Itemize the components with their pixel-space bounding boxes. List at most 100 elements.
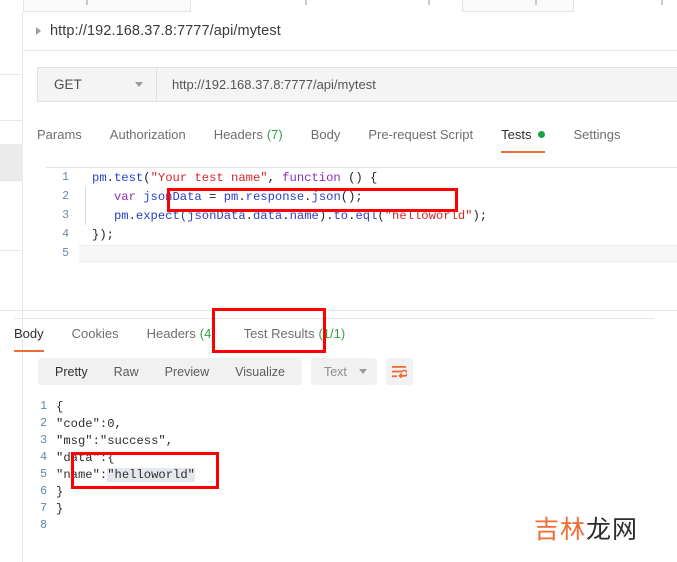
- watermark-orange: 吉林: [534, 515, 587, 544]
- code-token: data: [252, 208, 283, 223]
- url-input[interactable]: http://192.168.37.8:7777/api/mytest: [157, 67, 677, 102]
- tab-tests[interactable]: Tests: [501, 124, 546, 153]
- tab-authorization[interactable]: Authorization: [110, 124, 186, 153]
- tab-label: Headers: [146, 326, 196, 341]
- tab-tick: [535, 0, 537, 5]
- code-token: ).: [318, 208, 334, 223]
- tab-count: (4): [199, 326, 216, 341]
- response-type-select[interactable]: Text: [310, 358, 377, 385]
- tab-tick: [305, 0, 307, 5]
- tab-label: Authorization: [109, 127, 186, 142]
- workspace-tab-strip: [0, 0, 677, 12]
- code-token: name: [289, 208, 319, 223]
- json-selected-value: "helloworld": [107, 467, 195, 482]
- sidebar-rail[interactable]: [0, 12, 23, 562]
- code-token: expect: [135, 208, 180, 223]
- response-tab-headers[interactable]: Headers (4): [147, 323, 216, 352]
- tab-settings[interactable]: Settings: [573, 124, 620, 153]
- line-number: 2: [62, 190, 69, 203]
- tab-count: (1/1): [318, 326, 346, 341]
- json-line: 3 "msg":"success",: [23, 432, 654, 449]
- response-tab-test-results[interactable]: Test Results (1/1): [244, 323, 346, 352]
- line-number: 3: [62, 209, 69, 222]
- line-number: 1: [62, 171, 69, 184]
- format-preview[interactable]: Preview: [152, 365, 222, 379]
- tab-label: Pre-request Script: [368, 127, 474, 142]
- code-token: to: [333, 208, 349, 223]
- tab-headers[interactable]: Headers (7): [214, 124, 283, 153]
- tab-params[interactable]: Params: [37, 124, 82, 153]
- rail-active-item[interactable]: [0, 144, 23, 180]
- tab-tick: [428, 0, 430, 5]
- response-body-viewer[interactable]: 1 { 2 "code":0, 3 "msg":"success", 4 "da…: [23, 398, 654, 532]
- workspace-tab[interactable]: [23, 0, 191, 12]
- response-tab-cookies[interactable]: Cookies: [72, 323, 119, 352]
- caret-right-icon[interactable]: [36, 27, 41, 35]
- code-token: response: [245, 189, 305, 204]
- json-text: {: [56, 399, 64, 414]
- format-visualize[interactable]: Visualize: [222, 365, 298, 379]
- watermark-dark: 龙网: [586, 515, 639, 544]
- line-number: 8: [40, 519, 47, 532]
- line-number: 4: [40, 451, 47, 464]
- code-token: });: [92, 227, 114, 242]
- format-raw[interactable]: Raw: [101, 365, 152, 379]
- workspace-tab[interactable]: [462, 0, 574, 12]
- code-token: () {: [340, 170, 378, 185]
- json-text: "data":{: [56, 450, 115, 465]
- json-line: 6 }: [23, 483, 654, 500]
- line-number: 7: [40, 502, 47, 515]
- code-token: "helloworld": [384, 208, 473, 223]
- tab-body[interactable]: Body: [311, 124, 341, 153]
- code-token: .: [304, 189, 312, 204]
- watermark: 吉林龙网: [534, 510, 638, 546]
- json-text: "code":0,: [56, 416, 122, 431]
- active-tab-underline: [501, 150, 546, 153]
- line-number: 4: [62, 228, 69, 241]
- word-wrap-icon: [392, 365, 408, 378]
- line-number: 5: [62, 247, 69, 260]
- json-line: 5 "name": "helloworld": [23, 466, 654, 483]
- code-token: .: [245, 208, 253, 223]
- code-line: 2 var jsonData = pm.response.json();: [46, 187, 677, 206]
- postman-window: http://192.168.37.8:7777/api/mytest GET …: [0, 0, 677, 562]
- page-title: http://192.168.37.8:7777/api/mytest: [50, 23, 281, 39]
- json-line: 1 {: [23, 398, 654, 415]
- line-number: 5: [40, 468, 47, 481]
- response-divider: [23, 310, 677, 311]
- code-token: (: [143, 170, 151, 185]
- format-option-group: Pretty Raw Preview Visualize: [38, 358, 302, 385]
- json-text: "name":: [56, 467, 108, 482]
- code-token: json: [311, 189, 341, 204]
- tests-script-editor[interactable]: 1 pm.test("Your test name", function () …: [46, 167, 677, 310]
- word-wrap-button[interactable]: [385, 358, 413, 385]
- code-token: ,: [267, 170, 283, 185]
- code-token: .: [238, 189, 246, 204]
- tab-pre-request-script[interactable]: Pre-request Script: [368, 124, 473, 153]
- code-token: pm: [92, 170, 107, 185]
- active-tab-underline: [14, 349, 44, 352]
- tab-label: Cookies: [71, 326, 119, 341]
- tab-label: Tests: [501, 127, 532, 142]
- tab-tick: [661, 0, 663, 5]
- url-input-value: http://192.168.37.8:7777/api/mytest: [172, 77, 376, 92]
- http-method-select[interactable]: GET: [37, 67, 157, 102]
- tests-active-dot-icon: [538, 131, 546, 138]
- url-bar: GET http://192.168.37.8:7777/api/mytest: [37, 67, 677, 102]
- code-token: .: [282, 208, 290, 223]
- tab-label: Body: [14, 326, 44, 341]
- code-token: pm: [216, 189, 239, 204]
- line-number: 2: [40, 417, 47, 430]
- request-title-bar: http://192.168.37.8:7777/api/mytest: [23, 12, 677, 51]
- format-pretty[interactable]: Pretty: [42, 365, 101, 379]
- line-number: 1: [40, 400, 47, 413]
- response-tab-body[interactable]: Body: [14, 323, 44, 352]
- code-text: });: [73, 228, 114, 242]
- request-tabs: Params Authorization Headers (7) Body Pr…: [37, 124, 677, 158]
- tab-label: Settings: [573, 127, 621, 142]
- code-token: (jsonData: [179, 208, 246, 223]
- rail-divider: [0, 120, 23, 121]
- json-line: 4 "data":{: [23, 449, 654, 466]
- rail-divider: [0, 310, 23, 311]
- tab-tick: [86, 0, 88, 5]
